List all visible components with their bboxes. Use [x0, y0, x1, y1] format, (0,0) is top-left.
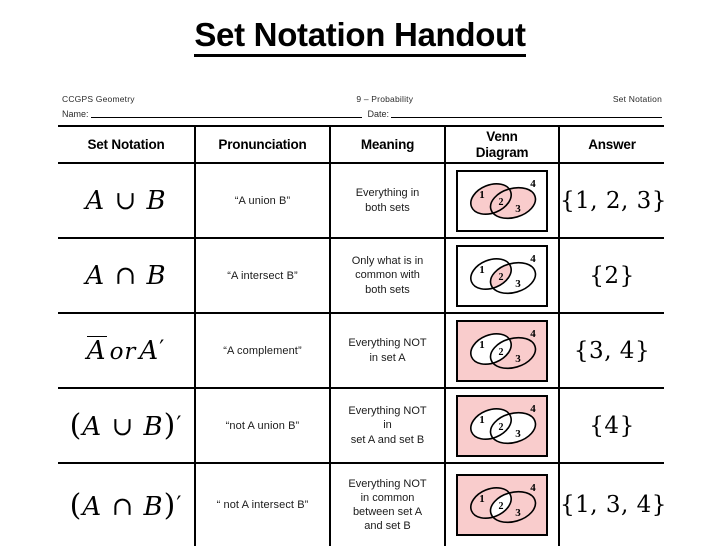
- answer-set: {1, 2, 3}: [560, 187, 667, 214]
- meaning-text: Everything in both sets: [355, 187, 420, 214]
- column-header-pronunciation: Pronunciation: [194, 125, 331, 163]
- set-notation-expression: Aor A′: [86, 335, 166, 366]
- cell-answer: {1, 3, 4}: [558, 462, 667, 546]
- svg-text:3: 3: [515, 278, 521, 290]
- svg-text:2: 2: [499, 501, 504, 512]
- pronunciation-text: “A complement”: [223, 344, 302, 357]
- topic-label: Set Notation: [612, 94, 662, 104]
- pronunciation-text: “A intersect B”: [227, 269, 298, 282]
- cell-answer: {1, 2, 3}: [558, 162, 667, 238]
- svg-text:3: 3: [515, 507, 521, 519]
- cell-set-notation: A ∩ B: [58, 237, 196, 313]
- page-title: Set Notation Handout: [0, 17, 720, 57]
- svg-text:4: 4: [530, 178, 536, 190]
- column-header-meaning: Meaning: [329, 125, 446, 163]
- venn-diagram: 1 2 3 4: [456, 169, 548, 232]
- svg-text:1: 1: [479, 339, 485, 351]
- cell-meaning: Everything NOT in set A: [329, 312, 446, 388]
- column-header-set-notation: Set Notation: [58, 125, 196, 163]
- unit-label: 9 – Probability: [356, 94, 414, 104]
- cell-pronunciation: “ not A intersect B”: [194, 462, 331, 546]
- svg-text:1: 1: [479, 493, 485, 505]
- set-notation-expression: A ∩ B: [85, 260, 167, 291]
- cell-answer: {4}: [558, 387, 664, 463]
- name-field-label: Name:: [62, 109, 89, 119]
- cell-venn-diagram: 1 2 3 4: [444, 162, 560, 238]
- venn-diagram: 1 2 3 4: [456, 394, 548, 457]
- answer-set: {3, 4}: [573, 337, 651, 364]
- svg-text:2: 2: [499, 422, 504, 433]
- cell-pronunciation: “not A union B”: [194, 387, 331, 463]
- set-notation-expression: (A ∪ B)′: [69, 408, 183, 443]
- column-header-venn-line2: Diagram: [475, 144, 529, 160]
- venn-diagram: 1 2 3 4: [456, 244, 548, 307]
- svg-text:2: 2: [499, 272, 504, 283]
- meaning-text: Only what is in common with both sets: [351, 255, 424, 296]
- table-row: Aor A′ “A complement” Everything NOT in set …: [58, 312, 664, 388]
- meaning-text: Everything NOT in set A and set B: [348, 405, 427, 446]
- cell-venn-diagram: 1 2 3 4: [444, 237, 560, 313]
- cell-meaning: Everything in both sets: [329, 162, 446, 238]
- date-field-label: Date:: [367, 109, 390, 119]
- worksheet: CCGPS Geometry 9 – Probability Set Notat…: [58, 94, 667, 558]
- table-header-row: Set Notation Pronunciation Meaning Venn …: [58, 125, 664, 163]
- column-header-answer: Answer: [558, 125, 664, 163]
- table-row: (A ∪ B)′ “not A union B” Everything NOT in s…: [58, 387, 664, 463]
- svg-text:3: 3: [515, 353, 521, 365]
- pronunciation-text: “ not A intersect B”: [216, 499, 309, 511]
- svg-text:1: 1: [479, 414, 485, 426]
- name-date-row: Name: Date:: [58, 109, 664, 119]
- svg-text:2: 2: [499, 197, 504, 208]
- svg-text:4: 4: [530, 403, 536, 415]
- venn-diagram: 1 2 3 4: [456, 474, 548, 536]
- table-row: (A ∩ B)′ “ not A intersect B” Everything N…: [58, 462, 667, 546]
- svg-text:3: 3: [515, 203, 521, 215]
- svg-text:4: 4: [530, 482, 536, 494]
- cell-venn-diagram: 1 2 3 4: [444, 462, 560, 546]
- column-header-venn-line1: Venn: [486, 129, 518, 145]
- table-row: A ∩ B “A intersect B” Only what is in commo…: [58, 237, 664, 313]
- cell-meaning: Only what is in common with both sets: [329, 237, 446, 313]
- cell-answer: {2}: [558, 237, 664, 313]
- svg-text:4: 4: [530, 253, 536, 265]
- pronunciation-text: “not A union B”: [225, 419, 300, 432]
- meaning-text: Everything NOT in common between set Aand …: [348, 477, 427, 533]
- course-label: CCGPS Geometry: [62, 94, 135, 104]
- table-row: A ∪ B “A union B” Everything in both sets 1…: [58, 162, 667, 238]
- cell-meaning: Everything NOT in set A and set B: [329, 387, 446, 463]
- cell-pronunciation: “A complement”: [194, 312, 331, 388]
- worksheet-header: CCGPS Geometry 9 – Probability Set Notat…: [58, 94, 664, 104]
- page-title-text: Set Notation Handout: [194, 17, 526, 57]
- cell-set-notation: (A ∪ B)′: [58, 387, 196, 463]
- cell-venn-diagram: 1 2 3 4: [444, 387, 560, 463]
- answer-set: {1, 3, 4}: [560, 492, 667, 518]
- cell-set-notation: (A ∩ B)′: [58, 462, 196, 546]
- column-header-venn-diagram: Venn Diagram: [444, 125, 560, 163]
- set-notation-expression: A ∪ B: [85, 185, 167, 216]
- meaning-text: Everything NOT in set A: [348, 337, 427, 364]
- svg-text:2: 2: [499, 347, 504, 358]
- svg-text:4: 4: [530, 328, 536, 340]
- cell-venn-diagram: 1 2 3 4: [444, 312, 560, 388]
- set-notation-expression: (A ∩ B)′: [69, 487, 183, 523]
- pronunciation-text: “A union B”: [234, 194, 291, 207]
- answer-set: {4}: [589, 412, 635, 439]
- cell-meaning: Everything NOT in common between set Aand …: [329, 462, 446, 546]
- table-body: A ∪ B “A union B” Everything in both sets 1…: [58, 162, 667, 546]
- venn-diagram: 1 2 3 4: [456, 319, 548, 382]
- answer-set: {2}: [589, 262, 635, 289]
- cell-set-notation: Aor A′: [58, 312, 196, 388]
- cell-answer: {3, 4}: [558, 312, 664, 388]
- svg-text:3: 3: [515, 428, 521, 440]
- name-field-line[interactable]: [90, 109, 362, 118]
- cell-pronunciation: “A intersect B”: [194, 237, 331, 313]
- cell-pronunciation: “A union B”: [194, 162, 331, 238]
- date-field-line[interactable]: [391, 109, 662, 118]
- cell-set-notation: A ∪ B: [58, 162, 196, 238]
- set-notation-table: Set Notation Pronunciation Meaning Venn …: [58, 125, 667, 546]
- svg-text:1: 1: [479, 264, 485, 276]
- svg-text:1: 1: [479, 189, 485, 201]
